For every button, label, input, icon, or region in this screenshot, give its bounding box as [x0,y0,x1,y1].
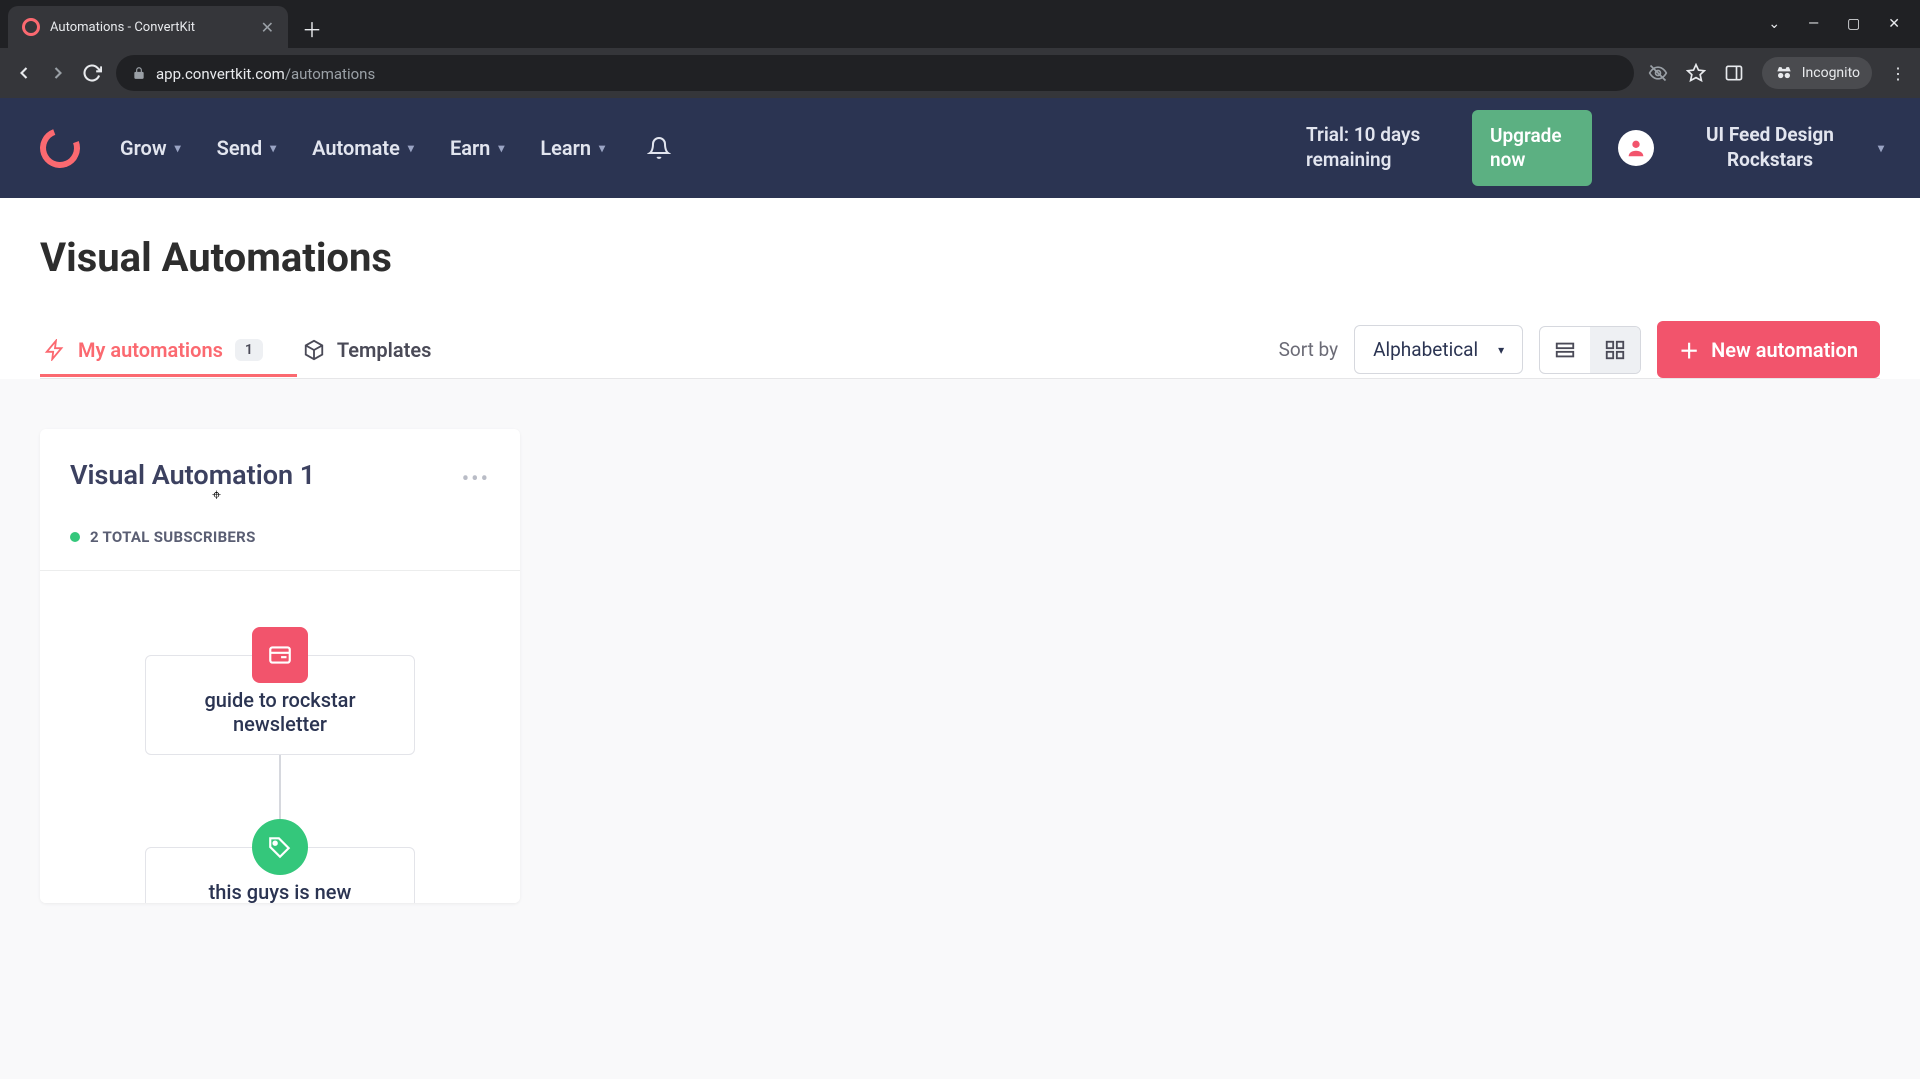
lock-icon [132,66,146,80]
automation-preview: guide to rockstar newsletter this guys i… [40,570,520,903]
sort-label: Sort by [1279,338,1339,361]
chevron-down-icon: ▾ [270,141,276,155]
app-logo[interactable] [36,128,84,168]
automation-title: Visual Automation 1 [70,459,315,491]
window-controls: ⌄ — ▢ ✕ [1768,0,1920,48]
browser-titlebar: Automations - ConvertKit ✕ ＋ ⌄ — ▢ ✕ [0,0,1920,48]
plus-icon: ＋ [1679,335,1699,364]
back-button[interactable] [14,63,34,83]
incognito-label: Incognito [1802,65,1860,81]
forward-button[interactable] [48,63,68,83]
chevron-down-icon: ▾ [1498,343,1504,357]
browser-tab[interactable]: Automations - ConvertKit ✕ [8,6,288,48]
list-view-button[interactable] [1540,327,1590,373]
tab-my-automations[interactable]: My automations 1 [40,324,267,376]
chevron-down-icon: ▾ [1878,141,1884,155]
avatar[interactable] [1618,130,1654,166]
chevron-down-icon: ▾ [408,141,414,155]
tag-node-icon [252,819,308,875]
window-minimize-icon[interactable]: — [1808,16,1819,32]
page-tabs-row: My automations 1 Templates Sort by Alpha… [40,321,1880,379]
tab-search-icon[interactable]: ⌄ [1768,16,1780,32]
content-area: Visual Automation 1 ••• ⌖ 2 TOTAL SUBSCR… [0,379,1920,1079]
tab-label: My automations [78,338,223,362]
mouse-cursor-icon: ⌖ [212,485,221,505]
app-viewport: Grow▾ Send▾ Automate▾ Earn▾ Learn▾ Trial… [0,98,1920,1080]
new-automation-button[interactable]: ＋ New automation [1657,321,1880,378]
subscribers-count: 2 TOTAL SUBSCRIBERS [90,528,256,546]
flow-connector [279,755,281,819]
upgrade-button[interactable]: Upgrade now [1472,110,1592,186]
side-panel-icon[interactable] [1724,63,1744,83]
list-icon [1554,339,1576,361]
sort-value: Alphabetical [1373,338,1478,361]
notifications-bell-icon[interactable] [647,136,671,160]
chevron-down-icon: ▾ [498,141,504,155]
status-dot-active-icon [70,532,80,542]
tab-title: Automations - ConvertKit [50,20,251,35]
incognito-badge[interactable]: Incognito [1762,57,1872,89]
count-badge: 1 [235,339,263,361]
browser-menu-icon[interactable]: ⋮ [1890,64,1906,83]
nav-earn[interactable]: Earn▾ [450,136,504,160]
browser-address-bar: app.convertkit.com/automations Incognito… [0,48,1920,98]
app-top-nav: Grow▾ Send▾ Automate▾ Earn▾ Learn▾ Trial… [0,98,1920,198]
tab-label: Templates [337,338,431,362]
card-overflow-menu[interactable]: ••• [462,467,490,492]
account-name: UI Feed Design Rockstars [1680,123,1860,172]
account-menu[interactable]: UI Feed Design Rockstars ▾ [1680,123,1884,172]
new-tab-button[interactable]: ＋ [302,14,322,43]
chevron-down-icon: ▾ [175,141,181,155]
window-close-icon[interactable]: ✕ [1888,16,1900,32]
grid-view-button[interactable] [1590,327,1640,373]
reload-button[interactable] [82,63,102,83]
automation-card[interactable]: Visual Automation 1 ••• ⌖ 2 TOTAL SUBSCR… [40,429,520,903]
bookmark-star-icon[interactable] [1686,63,1706,83]
form-node-icon [252,627,308,683]
nav-grow[interactable]: Grow▾ [120,136,181,160]
grid-icon [1604,339,1626,361]
favicon-icon [22,18,40,36]
nav-send[interactable]: Send▾ [217,136,276,160]
button-label: New automation [1711,338,1858,362]
bolt-icon [44,339,66,361]
page-title: Visual Automations [40,234,1880,281]
view-toggle [1539,326,1641,374]
tracking-blocked-icon[interactable] [1648,63,1668,83]
chevron-down-icon: ▾ [599,141,605,155]
nav-learn[interactable]: Learn▾ [540,136,605,160]
nav-automate[interactable]: Automate▾ [312,136,414,160]
sort-select[interactable]: Alphabetical ▾ [1354,325,1523,374]
url-field[interactable]: app.convertkit.com/automations [116,55,1634,91]
tab-templates[interactable]: Templates [299,324,435,376]
window-maximize-icon[interactable]: ▢ [1847,16,1860,32]
url-host: app.convertkit.com/automations [156,64,375,83]
tab-close-icon[interactable]: ✕ [261,18,274,37]
trial-status: Trial: 10 days remaining [1306,123,1446,172]
cube-icon [303,339,325,361]
